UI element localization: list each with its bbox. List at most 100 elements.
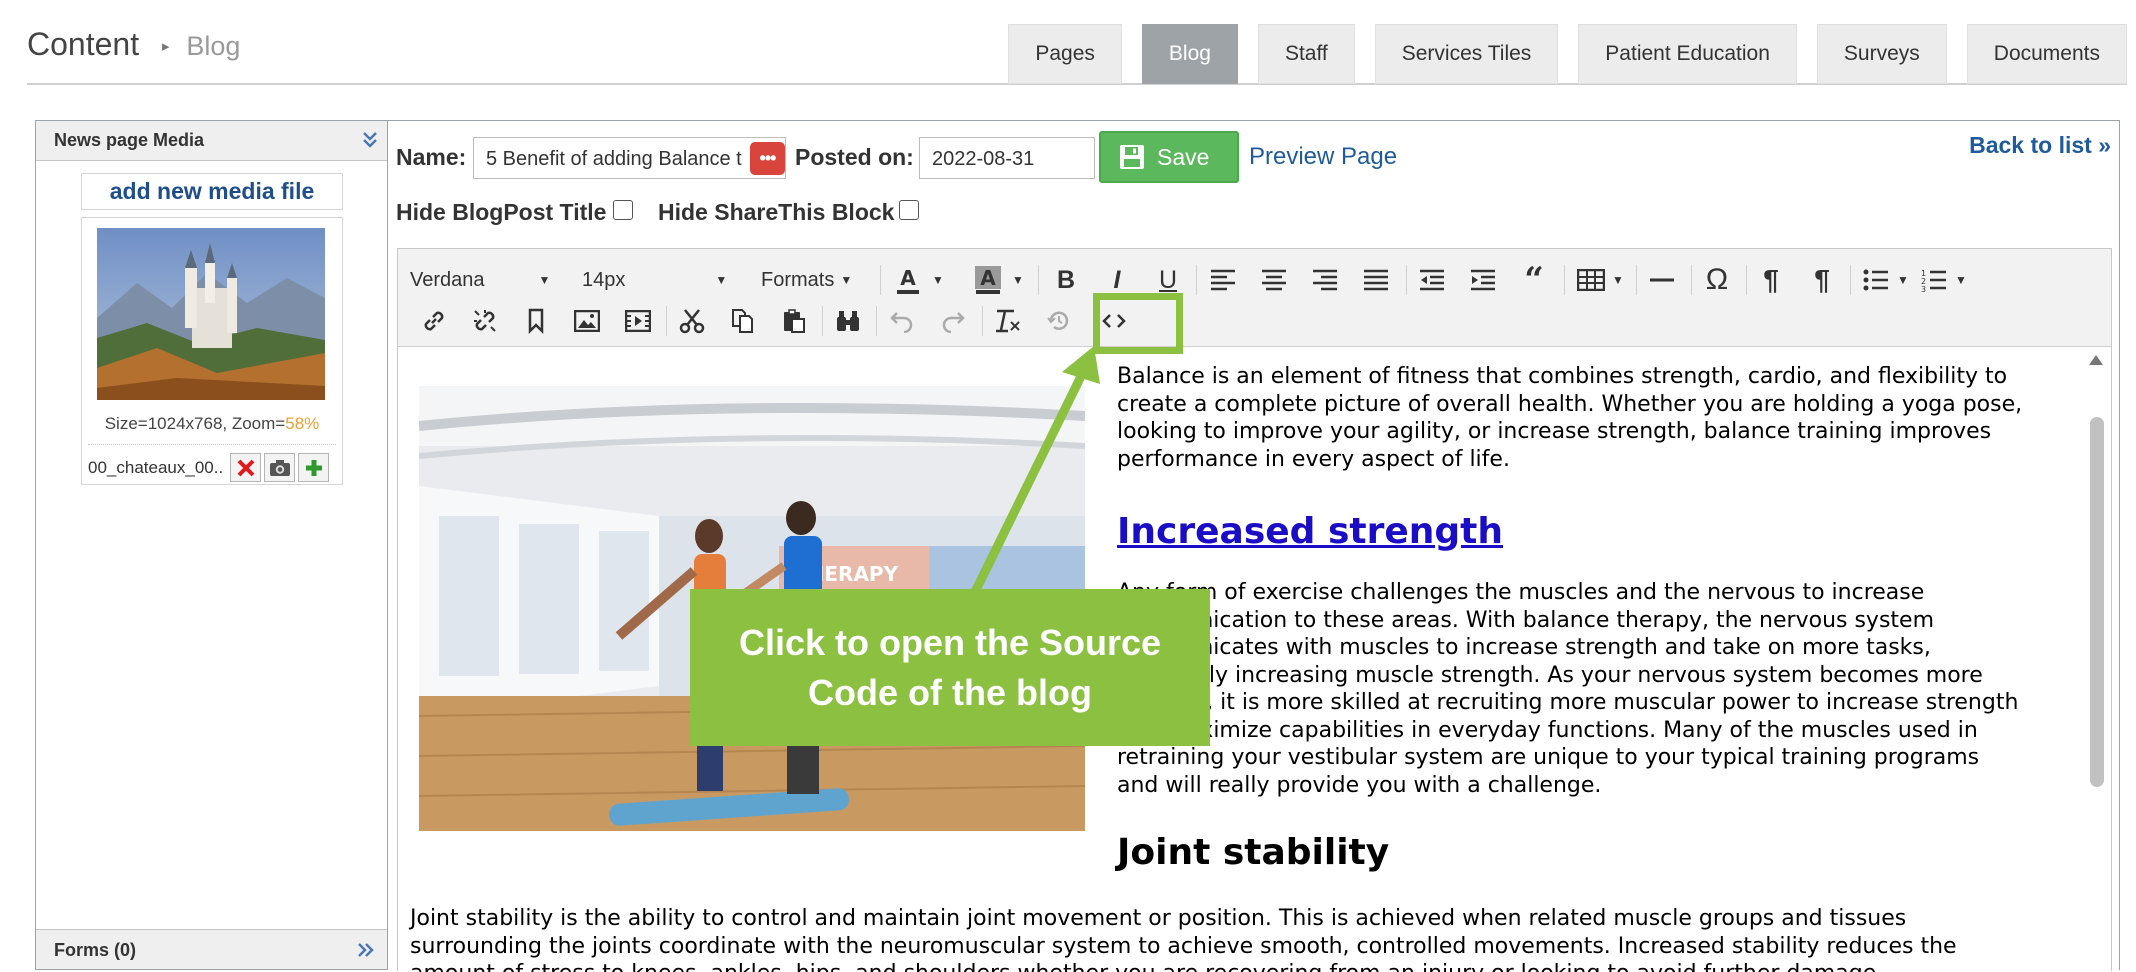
media-sidebar: News page Media add new media file Size=… [35, 120, 388, 970]
align-left-icon[interactable] [1205, 262, 1241, 298]
caret-down-icon[interactable]: ▼ [1952, 262, 1970, 298]
toolbar-divider [666, 306, 667, 336]
camera-icon[interactable] [264, 453, 296, 482]
tab-surveys[interactable]: Surveys [1816, 24, 1947, 84]
tab-pages[interactable]: Pages [1008, 24, 1122, 84]
tab-patient-education[interactable]: Patient Education [1578, 24, 1797, 84]
save-button-label: Save [1157, 143, 1210, 170]
insert-image-icon[interactable] [569, 303, 605, 339]
ltr-paragraph-icon[interactable]: ¶ [1753, 262, 1789, 298]
svg-text:A: A [900, 266, 916, 290]
add-media-plus-icon[interactable] [298, 453, 330, 482]
intro-line: looking to improve your agility, or incr… [1117, 419, 1992, 444]
redo-icon[interactable] [935, 303, 971, 339]
indent-icon[interactable] [1465, 262, 1501, 298]
bookmark-icon[interactable] [518, 303, 554, 339]
toolbar-divider [1406, 265, 1407, 295]
scrollbar-thumb[interactable] [2090, 417, 2104, 787]
breadcrumb-current: Blog [186, 31, 241, 61]
align-right-icon[interactable] [1307, 262, 1343, 298]
caret-down-icon[interactable]: ▼ [1008, 262, 1028, 298]
media-panel-header[interactable]: News page Media [36, 121, 388, 161]
copy-icon[interactable] [725, 303, 761, 339]
forms-panel-header[interactable]: Forms (0) [36, 929, 388, 969]
unlink-icon[interactable] [467, 303, 503, 339]
callout-box: Click to open the Source Code of the blo… [690, 589, 1210, 746]
editor-toolbar: Verdana▼ 14px▼ Formats▼ A ▼ A ▼ B I U [398, 249, 2111, 347]
tab-blog[interactable]: Blog [1141, 24, 1238, 84]
align-justify-icon[interactable] [1358, 262, 1394, 298]
font-size-select[interactable]: 14px ▼ [582, 262, 732, 298]
formats-select[interactable]: Formats ▼ [761, 262, 871, 298]
tab-staff[interactable]: Staff [1257, 24, 1355, 84]
font-family-value: Verdana [410, 268, 485, 291]
intro-line: create a complete picture of overall hea… [1117, 391, 2023, 417]
bullet-list-icon[interactable] [1858, 262, 1894, 298]
table-icon[interactable] [1573, 262, 1609, 298]
posted-on-label: Posted on: [795, 144, 914, 170]
insert-link-icon[interactable] [416, 303, 452, 339]
cut-icon[interactable] [674, 303, 710, 339]
toolbar-divider [1564, 265, 1565, 295]
tab-documents[interactable]: Documents [1966, 24, 2127, 84]
media-size-label: Size=1024x768, Zoom= [104, 414, 286, 433]
strength-paragraph: Any form of exercise challenges the musc… [1117, 579, 2018, 799]
page-header: Content ▸ Blog Pages Blog Staff Services… [27, 0, 2127, 85]
align-center-icon[interactable] [1256, 262, 1292, 298]
collapse-chevron-icon[interactable] [362, 129, 378, 155]
back-to-list-link[interactable]: Back to list » [1969, 132, 2111, 159]
posted-on-input[interactable]: 2022-08-31 [919, 137, 1095, 179]
insert-video-icon[interactable] [620, 303, 656, 339]
expand-chevron-icon[interactable] [356, 938, 376, 964]
numbered-list-icon[interactable]: 123 [1916, 262, 1952, 298]
font-size-value: 14px [582, 268, 626, 291]
section-tabs: Pages Blog Staff Services Tiles Patient … [1008, 24, 2127, 84]
special-character-icon[interactable]: Ω [1698, 262, 1736, 298]
toolbar-divider [1196, 265, 1197, 295]
preview-page-link[interactable]: Preview Page [1249, 143, 1397, 171]
delete-media-icon[interactable] [230, 453, 262, 482]
text-color-icon[interactable]: A [888, 262, 928, 298]
scroll-up-arrow-icon[interactable] [2089, 355, 2103, 365]
toolbar-divider [876, 306, 877, 336]
toolbar-divider [1038, 265, 1039, 295]
save-button[interactable]: Save [1099, 131, 1239, 183]
rtl-paragraph-icon[interactable]: ¶ [1804, 262, 1840, 298]
media-item: Size=1024x768, Zoom=58% 00_chateaux_00.. [81, 217, 343, 485]
forms-panel-title: Forms (0) [54, 940, 137, 960]
font-family-select[interactable]: Verdana ▼ [410, 262, 560, 298]
strength-line: efficient, it is more skilled at recruit… [1117, 690, 2019, 715]
callout-text: Click to open the Source Code of the blo… [738, 621, 1162, 713]
toolbar-divider [1636, 265, 1637, 295]
more-options-badge[interactable]: ••• [750, 142, 785, 175]
paste-icon[interactable] [776, 303, 812, 339]
bold-icon[interactable]: B [1048, 262, 1084, 298]
tab-services-tiles[interactable]: Services Tiles [1374, 24, 1559, 84]
caret-down-icon[interactable]: ▼ [1609, 262, 1627, 298]
toolbar-divider [982, 306, 983, 336]
media-actions-row: 00_chateaux_00.. [88, 444, 336, 482]
caret-down-icon[interactable]: ▼ [928, 262, 948, 298]
horizontal-rule-icon[interactable] [1644, 262, 1680, 298]
strength-line: and will really provide you with a chall… [1117, 772, 1602, 798]
clear-formatting-icon[interactable] [990, 303, 1026, 339]
media-thumbnail[interactable] [97, 228, 325, 400]
editor-scrollbar[interactable] [2083, 347, 2111, 972]
find-replace-icon[interactable] [830, 303, 866, 339]
blockquote-icon[interactable]: “ [1516, 260, 1552, 300]
hide-title-checkbox[interactable] [613, 200, 633, 220]
caret-down-icon[interactable]: ▼ [1894, 262, 1912, 298]
heading-increased-strength[interactable]: Increased strength [1117, 511, 1503, 552]
restore-draft-icon[interactable] [1041, 303, 1077, 339]
editor-content-area[interactable]: THERAPY Balance is an element of fitness… [398, 347, 2111, 972]
hide-share-checkbox[interactable] [899, 200, 919, 220]
outdent-icon[interactable] [1414, 262, 1450, 298]
add-media-file-button[interactable]: add new media file [81, 173, 343, 210]
background-color-icon[interactable]: A [968, 262, 1008, 298]
intro-line: performance in every aspect of life. [1117, 446, 1510, 472]
name-label: Name: [396, 144, 467, 170]
joint-line: amount of stress to knees, ankles, hips,… [410, 960, 1957, 972]
undo-icon[interactable] [884, 303, 920, 339]
name-input[interactable]: 5 Benefit of adding Balance t [473, 137, 786, 179]
caret-down-icon: ▼ [840, 273, 853, 287]
